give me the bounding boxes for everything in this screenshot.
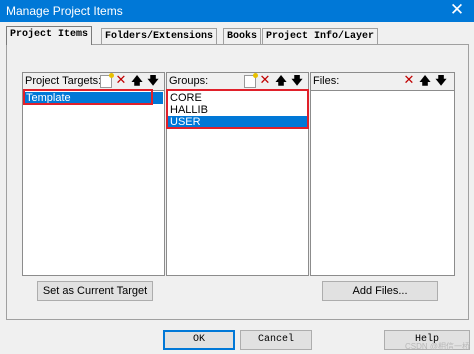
- list-item[interactable]: CORE: [168, 92, 307, 104]
- list-item[interactable]: HALLIB: [168, 104, 307, 116]
- window-title: Manage Project Items: [6, 4, 123, 18]
- title-bar: Manage Project Items ✕: [0, 0, 474, 22]
- list-item[interactable]: Template: [24, 92, 163, 104]
- move-up-icon[interactable]: 🡅: [130, 74, 144, 88]
- close-icon[interactable]: ✕: [440, 0, 474, 22]
- add-files-button[interactable]: Add Files...: [322, 281, 438, 301]
- files-panel: Files: ✕ 🡅 🡇: [310, 72, 455, 276]
- delete-icon[interactable]: ✕: [402, 74, 416, 88]
- move-down-icon[interactable]: 🡇: [434, 74, 448, 88]
- groups-panel: Groups: ✕ 🡅 🡇 CORE HALLIB USER: [166, 72, 309, 276]
- move-up-icon[interactable]: 🡅: [274, 74, 288, 88]
- groups-header: Groups: ✕ 🡅 🡇: [167, 73, 308, 91]
- tab-project-items[interactable]: Project Items: [6, 26, 93, 45]
- new-icon[interactable]: [100, 73, 114, 88]
- files-header: Files: ✕ 🡅 🡇: [311, 73, 454, 91]
- project-targets-panel: Project Targets: ✕ 🡅 🡇 Template: [22, 72, 165, 276]
- project-targets-header: Project Targets: ✕ 🡅 🡇: [23, 73, 164, 91]
- groups-list[interactable]: CORE HALLIB USER: [168, 92, 307, 128]
- project-targets-label: Project Targets:: [25, 75, 102, 87]
- delete-icon[interactable]: ✕: [258, 74, 272, 88]
- watermark: CSDN @相信一桥: [404, 342, 470, 351]
- new-icon[interactable]: [244, 73, 258, 88]
- groups-label: Groups:: [169, 75, 209, 87]
- tab-project-info-layer[interactable]: Project Info/Layer: [262, 28, 379, 44]
- cancel-button[interactable]: Cancel: [240, 330, 312, 350]
- move-up-icon[interactable]: 🡅: [418, 74, 432, 88]
- tab-folders-extensions[interactable]: Folders/Extensions: [101, 28, 218, 44]
- delete-icon[interactable]: ✕: [114, 74, 128, 88]
- tab-books[interactable]: Books: [223, 28, 262, 44]
- ok-button[interactable]: OK: [163, 330, 235, 350]
- move-down-icon[interactable]: 🡇: [146, 74, 160, 88]
- set-current-target-button[interactable]: Set as Current Target: [37, 281, 153, 301]
- list-item[interactable]: USER: [168, 116, 307, 128]
- move-down-icon[interactable]: 🡇: [290, 74, 304, 88]
- project-targets-list[interactable]: Template: [24, 92, 163, 104]
- files-label: Files:: [313, 75, 340, 87]
